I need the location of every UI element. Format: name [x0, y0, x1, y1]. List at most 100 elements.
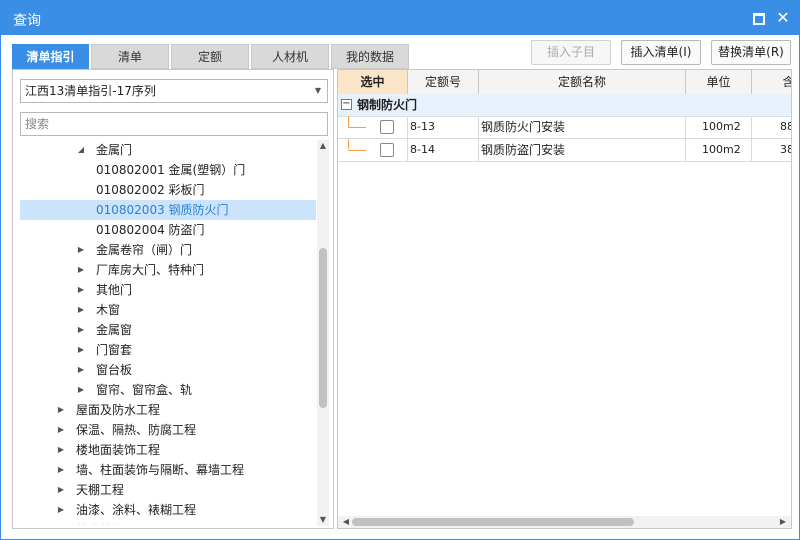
- tree-item-label: 墙、柱面装饰与隔断、幕墙工程: [76, 463, 245, 477]
- quota-grid-panel: 选中 定额号 定额名称 单位 含税 − 钢制防火门 8-13 钢质防火门安装 1…: [337, 69, 792, 529]
- tab-list-guide[interactable]: 清单指引: [12, 44, 89, 69]
- column-header-unit[interactable]: 单位: [686, 70, 752, 94]
- tree-item-label: 010802002 彩板门: [96, 183, 205, 197]
- table-row[interactable]: 8-14 钢质防盗门安装 100m2 38: [338, 139, 791, 162]
- tree-item-label: 010802003 钢质防火门: [96, 203, 229, 217]
- tree-item[interactable]: 010802004 防盗门: [20, 220, 316, 240]
- search-input[interactable]: 搜索: [20, 112, 328, 136]
- tree-scrollbar[interactable]: ▲ ▼: [317, 140, 329, 526]
- tab-my-data[interactable]: 我的数据: [331, 44, 409, 69]
- tree-item-label: 天棚工程: [76, 483, 125, 497]
- tab-list[interactable]: 清单: [91, 44, 169, 69]
- grid-hscrollbar[interactable]: ◀ ▶: [338, 516, 791, 528]
- guide-tree-panel: 江西13清单指引-17序列 ▼ 搜索 ◢ 金属门 010802001 金属(塑钢）门…: [12, 69, 334, 529]
- title-bar[interactable]: 查询 ✕: [1, 1, 799, 35]
- price-cell: 38: [752, 139, 791, 161]
- triangle-right-icon[interactable]: ▶: [76, 380, 86, 400]
- replace-list-button[interactable]: 替换清单(R): [711, 40, 791, 65]
- triangle-right-icon[interactable]: ▶: [56, 520, 66, 524]
- tree-item-label: 屋面及防水工程: [76, 403, 161, 417]
- tree-item-label: 010802004 防盗门: [96, 223, 205, 237]
- tree-item[interactable]: 010802002 彩板门: [20, 180, 316, 200]
- insert-child-button[interactable]: 插入子目: [531, 40, 611, 65]
- scroll-down-icon[interactable]: ▼: [317, 514, 329, 526]
- row-checkbox[interactable]: [380, 143, 394, 157]
- tab-quota[interactable]: 定额: [171, 44, 249, 69]
- tree-line: [348, 127, 366, 128]
- group-row[interactable]: − 钢制防火门: [338, 94, 791, 117]
- code-cell: 8-13: [408, 116, 479, 138]
- tree-item[interactable]: ▶ 金属卷帘（闸）门: [20, 240, 316, 260]
- tab-labor-material[interactable]: 人材机: [251, 44, 329, 69]
- tree-item-label: 油漆、涂料、裱糊工程: [76, 503, 197, 517]
- tree-line: [348, 150, 366, 151]
- tree-item[interactable]: ▶ 其他装饰工程: [20, 520, 316, 524]
- tree-item[interactable]: ▶ 窗帘、窗帘盒、轨: [20, 380, 316, 400]
- chevron-down-icon[interactable]: ▼: [315, 80, 321, 102]
- tree-item[interactable]: ▶ 厂库房大门、特种门: [20, 260, 316, 280]
- tree-item[interactable]: ▶ 门窗套: [20, 340, 316, 360]
- triangle-right-icon[interactable]: ▶: [56, 460, 66, 480]
- tree-item[interactable]: ▶ 天棚工程: [20, 480, 316, 500]
- scrollbar-thumb[interactable]: [319, 248, 327, 408]
- scroll-left-icon[interactable]: ◀: [340, 516, 352, 528]
- table-row[interactable]: 8-13 钢质防火门安装 100m2 88: [338, 116, 791, 139]
- tree-item-label: 金属卷帘（闸）门: [96, 243, 193, 257]
- select-cell: [338, 139, 408, 161]
- unit-cell: 100m2: [686, 139, 752, 161]
- triangle-right-icon[interactable]: ▶: [76, 280, 86, 300]
- triangle-right-icon[interactable]: ▶: [56, 420, 66, 440]
- triangle-right-icon[interactable]: ▶: [56, 480, 66, 500]
- tree-item[interactable]: 010802003 钢质防火门: [20, 200, 316, 220]
- triangle-right-icon[interactable]: ▶: [76, 320, 86, 340]
- tree-item-label: 窗台板: [96, 363, 133, 377]
- name-cell: 钢质防盗门安装: [479, 139, 686, 161]
- name-cell: 钢质防火门安装: [479, 116, 686, 138]
- grid-header: 选中 定额号 定额名称 单位 含税: [338, 70, 791, 95]
- scroll-right-icon[interactable]: ▶: [777, 516, 789, 528]
- tree-line: [348, 116, 349, 127]
- triangle-right-icon[interactable]: ▶: [76, 260, 86, 280]
- triangle-right-icon[interactable]: ▶: [76, 300, 86, 320]
- close-icon[interactable]: ✕: [774, 9, 792, 27]
- library-select-value: 江西13清单指引-17序列: [25, 84, 156, 98]
- tree-item-label: 窗帘、窗帘盒、轨: [96, 383, 193, 397]
- triangle-right-icon[interactable]: ▶: [56, 500, 66, 520]
- tree-item[interactable]: 010802001 金属(塑钢）门: [20, 160, 316, 180]
- column-header-price[interactable]: 含税: [752, 70, 791, 94]
- triangle-right-icon[interactable]: ▶: [76, 360, 86, 380]
- tree-item-label: 木窗: [96, 303, 121, 317]
- triangle-right-icon[interactable]: ▶: [76, 340, 86, 360]
- tree-item[interactable]: ▶ 墙、柱面装饰与隔断、幕墙工程: [20, 460, 316, 480]
- scroll-up-icon[interactable]: ▲: [317, 140, 329, 152]
- library-select[interactable]: 江西13清单指引-17序列 ▼: [20, 79, 328, 103]
- triangle-down-icon[interactable]: ◢: [76, 140, 86, 160]
- triangle-right-icon[interactable]: ▶: [56, 400, 66, 420]
- tree-item-label: 其他装饰工程: [76, 520, 148, 524]
- tree-item[interactable]: ▶ 窗台板: [20, 360, 316, 380]
- column-header-code[interactable]: 定额号: [408, 70, 479, 94]
- triangle-right-icon[interactable]: ▶: [76, 240, 86, 260]
- column-header-name[interactable]: 定额名称: [479, 70, 686, 94]
- scrollbar-thumb[interactable]: [352, 518, 634, 526]
- collapse-icon[interactable]: −: [341, 99, 352, 110]
- insert-list-button[interactable]: 插入清单(I): [621, 40, 701, 65]
- tree-item-label: 厂库房大门、特种门: [96, 263, 205, 277]
- tree-item[interactable]: ▶ 木窗: [20, 300, 316, 320]
- price-cell: 88: [752, 116, 791, 138]
- triangle-right-icon[interactable]: ▶: [56, 440, 66, 460]
- tree-item[interactable]: ◢ 金属门: [20, 140, 316, 160]
- row-checkbox[interactable]: [380, 120, 394, 134]
- tree-item[interactable]: ▶ 金属窗: [20, 320, 316, 340]
- code-cell: 8-14: [408, 139, 479, 161]
- group-label: 钢制防火门: [357, 98, 418, 112]
- tree-item[interactable]: ▶ 保温、隔热、防腐工程: [20, 420, 316, 440]
- tree-item-label: 金属窗: [96, 323, 133, 337]
- query-dialog: 查询 ✕ 清单指引 清单 定额 人材机 我的数据 插入子目 插入清单(I) 替换…: [0, 0, 800, 540]
- tree-item[interactable]: ▶ 屋面及防水工程: [20, 400, 316, 420]
- column-header-select[interactable]: 选中: [338, 70, 408, 94]
- tree-item[interactable]: ▶ 楼地面装饰工程: [20, 440, 316, 460]
- tree-item[interactable]: ▶ 油漆、涂料、裱糊工程: [20, 500, 316, 520]
- maximize-icon[interactable]: [750, 9, 768, 27]
- tree-item[interactable]: ▶ 其他门: [20, 280, 316, 300]
